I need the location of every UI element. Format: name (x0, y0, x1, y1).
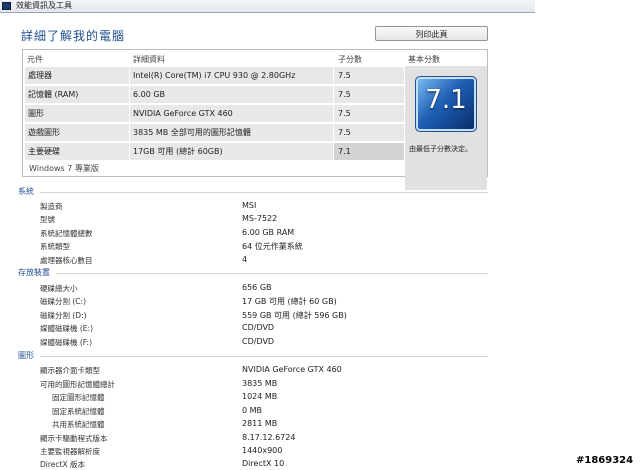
score-row-graphics: 圖形 NVIDIA GeForce GTX 460 7.5 (25, 105, 404, 122)
info-label: 硬碟總大小 (40, 284, 78, 293)
section-title-system: 系統 (18, 187, 34, 196)
info-label: DirectX 版本 (40, 460, 85, 469)
info-value: 3835 MB (242, 379, 278, 388)
windows-edition: Windows 7 專業版 (29, 164, 99, 173)
info-value: 64 位元作業系統 (242, 242, 303, 251)
info-label: 磁碟分割 (C:) (40, 297, 86, 306)
score-row-memory: 記憶體 (RAM) 6.00 GB 7.5 (25, 86, 404, 103)
info-label: 系統記憶體總數 (40, 229, 93, 238)
header-component: 元件 (27, 55, 43, 64)
window-titlebar: 效能資訊及工具 (0, 0, 535, 13)
info-label: 磁碟分割 (D:) (40, 311, 87, 320)
info-value: 1024 MB (242, 392, 278, 401)
info-value: 2811 MB (242, 419, 278, 428)
info-label: 主要監視器解析度 (40, 447, 100, 456)
info-value: CD/DVD (242, 337, 275, 346)
info-label: 固定系統記憶體 (52, 407, 105, 416)
info-value: 559 GB 可用 (總計 596 GB) (242, 311, 347, 320)
component-name: 主要硬碟 (28, 147, 60, 156)
component-details: NVIDIA GeForce GTX 460 (133, 109, 233, 118)
info-label: 媒體磁碟機 (E:) (40, 324, 94, 333)
info-value: MS-7522 (242, 214, 278, 223)
header-details: 詳細資料 (133, 55, 165, 64)
section-divider (56, 273, 488, 274)
info-label: 共用系統記憶體 (52, 420, 105, 429)
performance-tools-icon (2, 2, 11, 10)
info-value: DirectX 10 (242, 459, 285, 468)
component-details: 17GB 可用 (總計 60GB) (133, 147, 223, 156)
component-subscore: 7.5 (338, 128, 351, 137)
component-name: 遊戲圖形 (28, 128, 60, 137)
component-subscore: 7.5 (338, 71, 351, 80)
component-subscore: 7.5 (338, 109, 351, 118)
info-value: 8.17.12.6724 (242, 433, 296, 442)
info-label: 固定圖形記憶體 (52, 393, 105, 402)
info-value: 0 MB (242, 406, 263, 415)
info-value: CD/DVD (242, 323, 275, 332)
component-name: 處理器 (28, 71, 52, 80)
info-label: 系統類型 (40, 242, 70, 251)
info-label: 型號 (40, 215, 55, 224)
info-label: 處理器核心數目 (40, 256, 93, 265)
base-score-panel: 7.1 由最低子分數決定。 (405, 66, 487, 190)
info-label: 顯示卡驅動程式版本 (40, 434, 108, 443)
header-base-score: 基本分數 (408, 55, 440, 64)
info-label: 可用的圖形記憶體總計 (40, 380, 115, 389)
component-details: 6.00 GB (133, 90, 166, 99)
section-divider (40, 192, 488, 193)
component-details: 3835 MB 全部可用的圖形記憶體 (133, 128, 251, 137)
header-subscore: 子分數 (338, 55, 362, 64)
section-title-graphics: 圖形 (18, 351, 34, 360)
info-value: 1440x900 (242, 446, 283, 455)
info-value: 656 GB (242, 283, 272, 292)
score-table: 元件 詳細資料 子分數 基本分數 處理器 Intel(R) Core(TM) i… (22, 49, 488, 190)
watermark: #1869324 (576, 455, 634, 466)
component-details: Intel(R) Core(TM) i7 CPU 930 @ 2.80GHz (133, 71, 296, 80)
info-label: 顯示器介面卡類型 (40, 366, 100, 375)
print-page-button[interactable]: 列印此頁 (375, 26, 488, 41)
base-score-value: 7.1 (425, 85, 467, 115)
page-title: 詳細了解我的電腦 (21, 29, 126, 43)
info-value: NVIDIA GeForce GTX 460 (242, 365, 342, 374)
score-row-primary-disk: 主要硬碟 17GB 可用 (總計 60GB) 7.1 (25, 143, 404, 160)
score-row-gaming-graphics: 遊戲圖形 3835 MB 全部可用的圖形記憶體 7.5 (25, 124, 404, 141)
info-label: 媒體磁碟機 (F:) (40, 338, 92, 347)
section-title-storage: 存放裝置 (18, 268, 50, 277)
info-value: 17 GB 可用 (總計 60 GB) (242, 297, 337, 306)
component-subscore: 7.5 (338, 90, 351, 99)
info-value: 6.00 GB RAM (242, 228, 295, 237)
info-label: 製造商 (40, 202, 63, 211)
info-value: MSI (242, 201, 257, 210)
component-subscore: 7.1 (338, 147, 351, 156)
base-score-badge: 7.1 (415, 76, 477, 132)
window-title: 效能資訊及工具 (16, 1, 72, 10)
score-row-processor: 處理器 Intel(R) Core(TM) i7 CPU 930 @ 2.80G… (25, 67, 404, 84)
component-name: 圖形 (28, 109, 44, 118)
section-divider (40, 356, 488, 357)
info-value: 4 (242, 255, 248, 264)
base-score-note: 由最低子分數決定。 (409, 145, 472, 153)
component-name: 記憶體 (RAM) (28, 90, 79, 99)
